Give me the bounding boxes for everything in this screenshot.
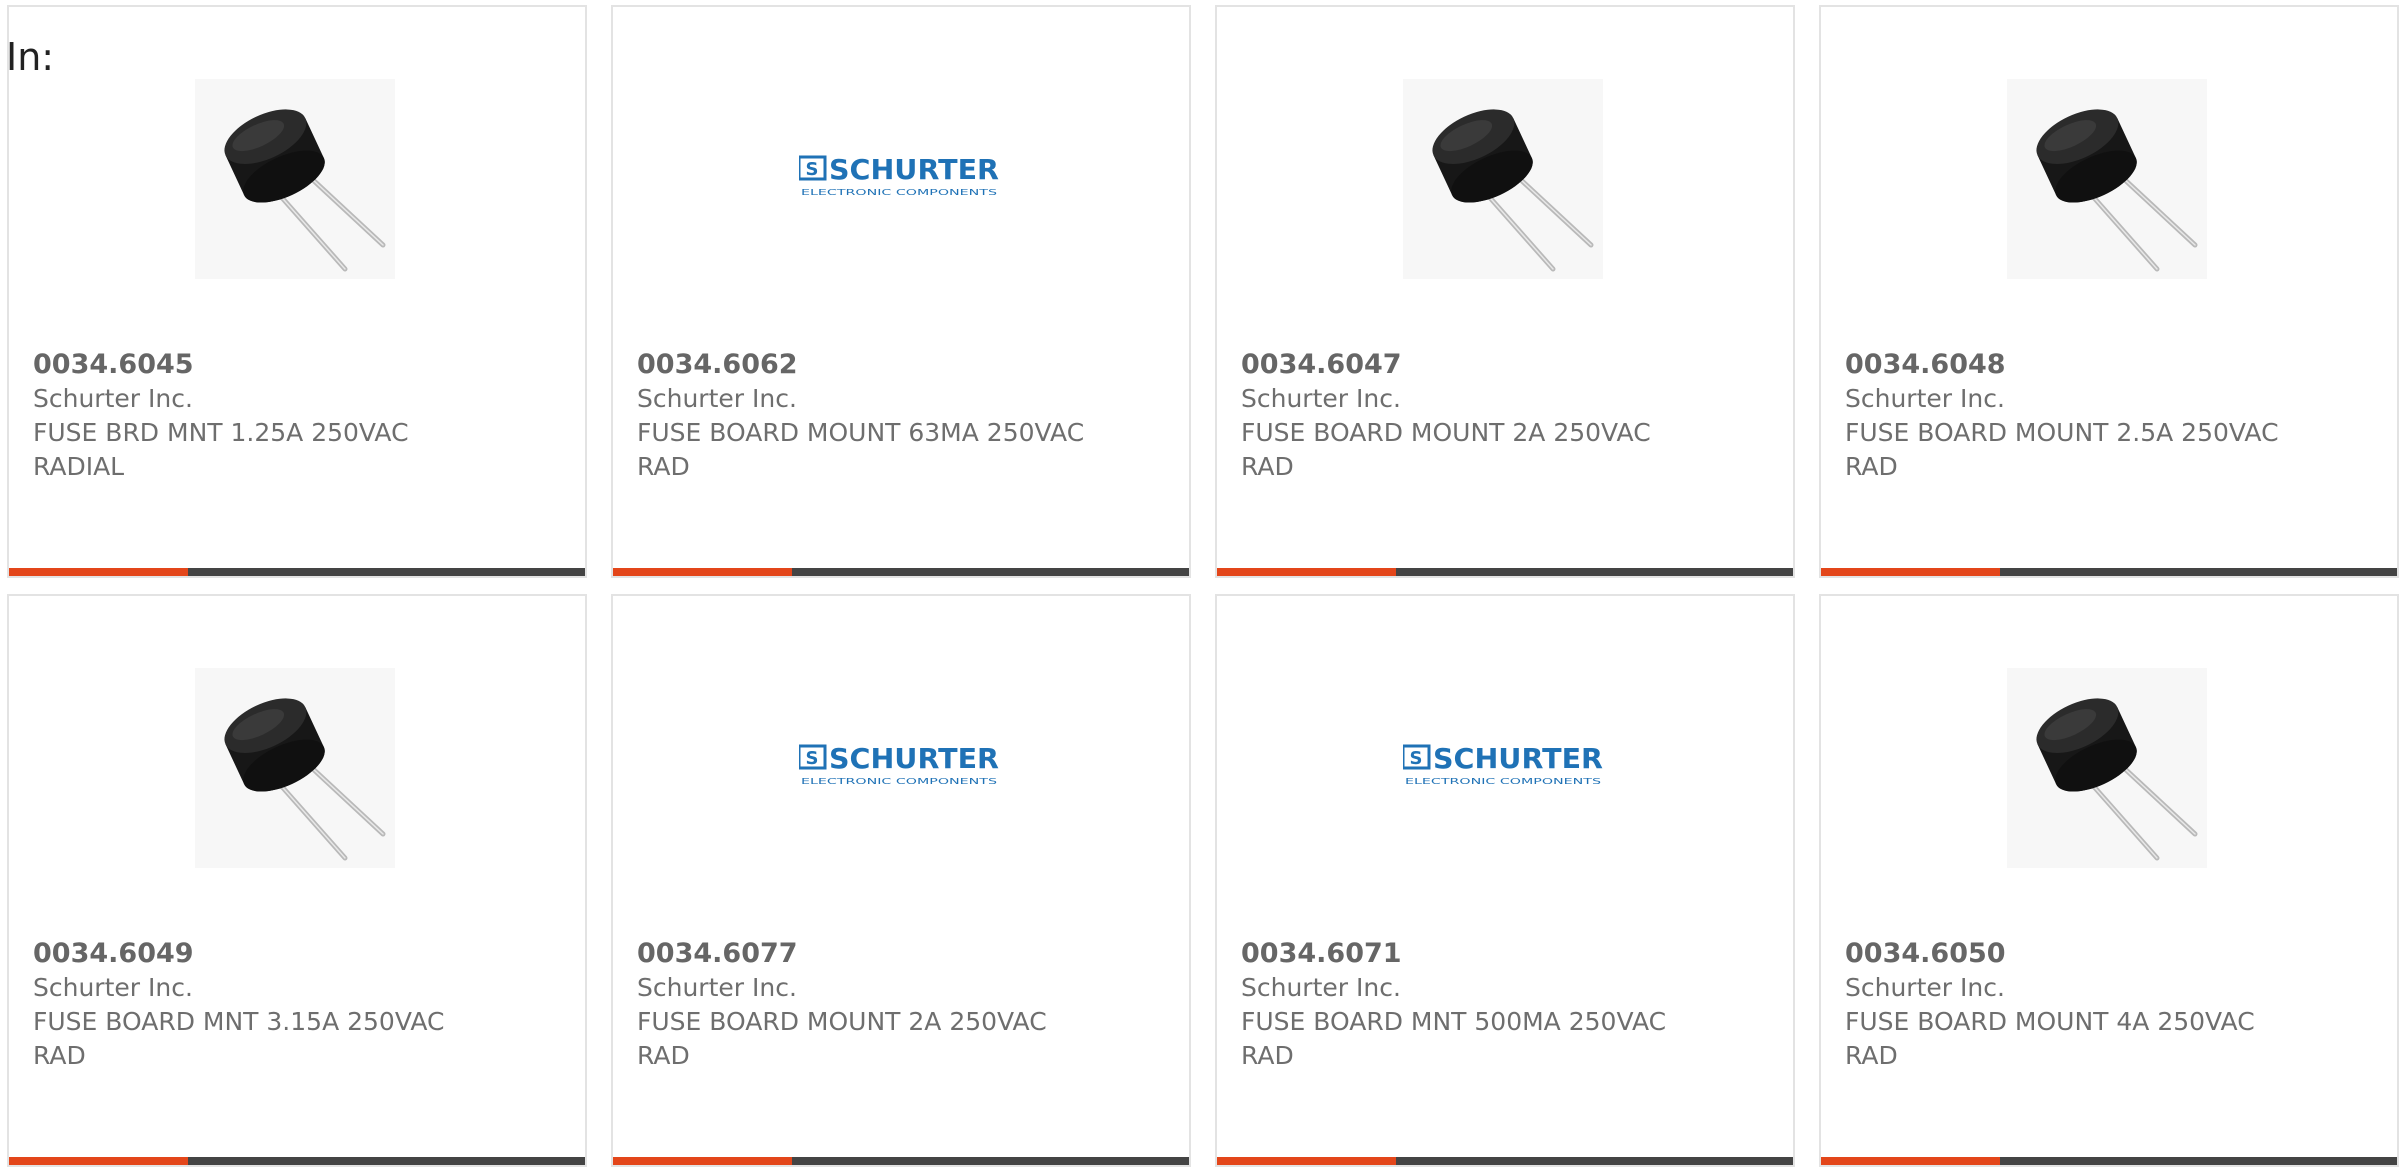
part-number-link[interactable]: 0034.6048 [1845, 348, 2305, 382]
card-progress-accent [1217, 1157, 1396, 1165]
product-description: FUSE BOARD MOUNT 2A 250VAC RAD [637, 1007, 1047, 1070]
card-progress-accent [613, 1157, 792, 1165]
part-number-link[interactable]: 0034.6049 [33, 937, 493, 971]
product-description: FUSE BOARD MOUNT 2A 250VAC RAD [1241, 418, 1651, 481]
product-card[interactable]: 0034.6047 Schurter Inc. FUSE BOARD MOUNT 2… [1215, 5, 1795, 578]
fuse-image[interactable] [2007, 79, 2207, 279]
part-number-link[interactable]: 0034.6062 [637, 348, 1097, 382]
product-card[interactable]: S SCHURTER ELECTRONIC COMPONENTS 0034.60… [1215, 594, 1795, 1167]
product-info: 0034.6049 Schurter Inc. FUSE BOARD MNT 3.1… [33, 937, 493, 1073]
manufacturer-name: Schurter Inc. [33, 973, 193, 1002]
product-card[interactable]: 0034.6049 Schurter Inc. FUSE BOARD MNT 3.1… [7, 594, 587, 1167]
product-info: 0034.6050 Schurter Inc. FUSE BOARD MOUNT 4… [1845, 937, 2305, 1073]
part-number-link[interactable]: 0034.6047 [1241, 348, 1701, 382]
card-progress-bar [9, 568, 585, 576]
manufacturer-name: Schurter Inc. [1241, 973, 1401, 1002]
product-card[interactable]: 0034.6050 Schurter Inc. FUSE BOARD MOUNT 4… [1819, 594, 2399, 1167]
svg-text:S: S [806, 748, 819, 769]
card-progress-bar [9, 1157, 585, 1165]
schurter-logo[interactable]: S SCHURTER ELECTRONIC COMPONENTS [797, 79, 999, 279]
product-description: FUSE BOARD MOUNT 2.5A 250VAC RAD [1845, 418, 2279, 481]
manufacturer-name: Schurter Inc. [1845, 973, 2005, 1002]
part-number-link[interactable]: 0034.6077 [637, 937, 1097, 971]
svg-text:S: S [806, 159, 819, 180]
fuse-image[interactable] [1403, 79, 1603, 279]
card-progress-accent [9, 568, 188, 576]
part-number-link[interactable]: 0034.6071 [1241, 937, 1701, 971]
card-progress-bar [1821, 1157, 2397, 1165]
schurter-logo[interactable]: S SCHURTER ELECTRONIC COMPONENTS [797, 668, 999, 868]
card-progress-bar [1217, 568, 1793, 576]
product-card[interactable]: S SCHURTER ELECTRONIC COMPONENTS 0034.60… [611, 5, 1191, 578]
svg-text:ELECTRONIC COMPONENTS: ELECTRONIC COMPONENTS [1405, 777, 1601, 786]
card-progress-accent [9, 1157, 188, 1165]
product-info: 0034.6062 Schurter Inc. FUSE BOARD MOUNT 6… [637, 348, 1097, 484]
manufacturer-name: Schurter Inc. [1241, 384, 1401, 413]
svg-text:ELECTRONIC COMPONENTS: ELECTRONIC COMPONENTS [801, 188, 997, 197]
product-card[interactable]: 0034.6045 Schurter Inc. FUSE BRD MNT 1.25A… [7, 5, 587, 578]
product-description: FUSE BOARD MNT 500MA 250VAC RAD [1241, 1007, 1667, 1070]
fuse-image[interactable] [2007, 668, 2207, 868]
part-number-link[interactable]: 0034.6050 [1845, 937, 2305, 971]
manufacturer-name: Schurter Inc. [637, 973, 797, 1002]
product-info: 0034.6048 Schurter Inc. FUSE BOARD MOUNT 2… [1845, 348, 2305, 484]
product-info: 0034.6047 Schurter Inc. FUSE BOARD MOUNT 2… [1241, 348, 1701, 484]
product-grid: 0034.6045 Schurter Inc. FUSE BRD MNT 1.25A… [7, 5, 2399, 1167]
product-description: FUSE BOARD MNT 3.15A 250VAC RAD [33, 1007, 445, 1070]
card-progress-bar [1217, 1157, 1793, 1165]
part-number-link[interactable]: 0034.6045 [33, 348, 493, 382]
filter-label: In: [6, 35, 55, 79]
product-description: FUSE BOARD MOUNT 63MA 250VAC RAD [637, 418, 1085, 481]
card-progress-accent [1821, 568, 2000, 576]
svg-text:ELECTRONIC COMPONENTS: ELECTRONIC COMPONENTS [801, 777, 997, 786]
card-progress-accent [613, 568, 792, 576]
product-info: 0034.6071 Schurter Inc. FUSE BOARD MNT 500… [1241, 937, 1701, 1073]
schurter-logo[interactable]: S SCHURTER ELECTRONIC COMPONENTS [1401, 668, 1603, 868]
product-description: FUSE BRD MNT 1.25A 250VAC RADIAL [33, 418, 409, 481]
card-progress-accent [1217, 568, 1396, 576]
product-card[interactable]: 0034.6048 Schurter Inc. FUSE BOARD MOUNT 2… [1819, 5, 2399, 578]
product-card[interactable]: S SCHURTER ELECTRONIC COMPONENTS 0034.60… [611, 594, 1191, 1167]
svg-text:S: S [1410, 748, 1423, 769]
manufacturer-name: Schurter Inc. [33, 384, 193, 413]
card-progress-accent [1821, 1157, 2000, 1165]
fuse-image[interactable] [195, 668, 395, 868]
product-description: FUSE BOARD MOUNT 4A 250VAC RAD [1845, 1007, 2255, 1070]
product-info: 0034.6077 Schurter Inc. FUSE BOARD MOUNT 2… [637, 937, 1097, 1073]
manufacturer-name: Schurter Inc. [1845, 384, 2005, 413]
fuse-image[interactable] [195, 79, 395, 279]
card-progress-bar [613, 568, 1189, 576]
svg-text:SCHURTER: SCHURTER [829, 742, 999, 775]
card-progress-bar [1821, 568, 2397, 576]
svg-text:SCHURTER: SCHURTER [829, 153, 999, 186]
svg-text:SCHURTER: SCHURTER [1433, 742, 1603, 775]
product-info: 0034.6045 Schurter Inc. FUSE BRD MNT 1.25A… [33, 348, 493, 484]
manufacturer-name: Schurter Inc. [637, 384, 797, 413]
card-progress-bar [613, 1157, 1189, 1165]
